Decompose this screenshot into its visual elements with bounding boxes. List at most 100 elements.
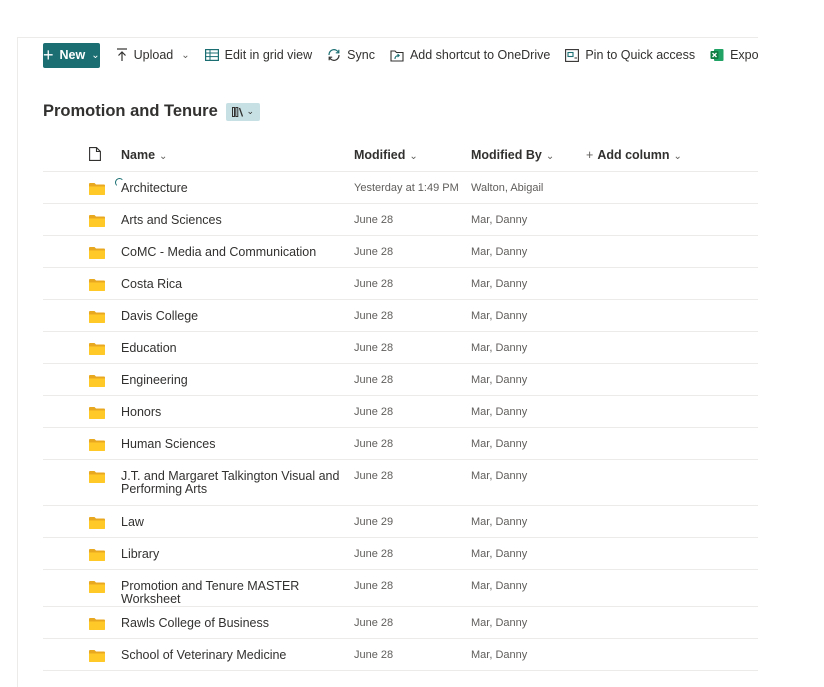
folder-icon [89, 279, 105, 291]
item-modified: June 28 [354, 310, 394, 322]
item-modified-by: Mar, Danny [471, 214, 528, 226]
list-item[interactable]: School of Veterinary Medicine June 28 Mar,… [43, 639, 758, 671]
syncing-spinner-icon [115, 178, 124, 187]
upload-icon [116, 48, 127, 61]
item-modified-by: Mar, Danny [471, 438, 528, 450]
chevron-down-icon: ⌄ [409, 151, 418, 162]
rows-container: Architecture Yesterday at 1:49 PM Walton, … [43, 172, 758, 671]
item-name: Library [121, 547, 160, 561]
list-item[interactable]: Honors June 28 Mar, Danny [43, 396, 758, 428]
document-library: + New ⌄ Upload ⌄ Edit in grid view Sync … [17, 37, 758, 687]
folder-icon [89, 439, 105, 451]
folder-icon [89, 215, 105, 227]
item-name: School of Veterinary Medicine [121, 648, 287, 662]
pin-quick-access-label: Pin to Quick access [585, 48, 696, 62]
item-modified: June 28 [354, 342, 394, 354]
folder-icon [89, 311, 105, 323]
list-item[interactable]: CoMC - Media and Communication June 28 Mar… [43, 236, 758, 268]
folder-icon [89, 650, 105, 662]
pin-quick-access-button[interactable]: Pin to Quick access [565, 48, 695, 62]
page-title: Promotion and Tenure [43, 102, 218, 120]
chevron-down-icon: ⌄ [545, 151, 555, 162]
chevron-down-icon: ⌄ [181, 49, 190, 61]
item-name: Costa Rica [121, 277, 183, 291]
add-shortcut-button[interactable]: Add shortcut to OneDrive [390, 48, 550, 62]
item-modified: June 28 [354, 649, 394, 661]
file-type-header[interactable] [43, 146, 121, 164]
item-name: Davis College [121, 309, 199, 323]
item-modified: Yesterday at 1:49 PM [354, 182, 459, 194]
item-modified-by: Mar, Danny [471, 342, 528, 354]
export-button[interactable]: Expor [710, 48, 758, 62]
item-name: Architecture [121, 181, 188, 195]
view-switcher-button[interactable]: ⌄ [225, 102, 260, 121]
item-modified-by: Mar, Danny [471, 310, 528, 322]
name-column-header[interactable]: Name ⌄ [121, 148, 354, 162]
chevron-down-icon: ⌄ [246, 106, 255, 116]
add-column-button[interactable]: + Add column ⌄ [586, 148, 682, 162]
sync-button[interactable]: Sync [327, 48, 375, 62]
list-item[interactable]: Rawls College of Business June 28 Mar, Dan… [43, 607, 758, 639]
folder-icon [89, 375, 105, 387]
item-modified-by: Mar, Danny [471, 374, 528, 386]
new-button[interactable]: + New ⌄ [43, 42, 100, 68]
item-modified: June 28 [354, 374, 394, 386]
item-name: CoMC - Media and Communication [121, 245, 317, 259]
item-modified: June 28 [354, 580, 394, 592]
list-item[interactable]: Arts and Sciences June 28 Mar, Danny [43, 204, 758, 236]
library-header: Promotion and Tenure ⌄ [43, 102, 260, 121]
item-name: Education [121, 341, 177, 355]
list-item[interactable]: Human Sciences June 28 Mar, Danny [43, 428, 758, 460]
chevron-down-icon: ⌄ [673, 151, 682, 162]
item-modified-by: Mar, Danny [471, 406, 528, 418]
upload-button[interactable]: Upload ⌄ [116, 48, 190, 62]
folder-icon [89, 343, 105, 355]
excel-icon [710, 49, 724, 61]
item-modified: June 28 [354, 214, 394, 226]
list-item[interactable]: Costa Rica June 28 Mar, Danny [43, 268, 758, 300]
folder-icon [89, 581, 105, 593]
document-icon [89, 146, 101, 161]
add-shortcut-label: Add shortcut to OneDrive [409, 48, 551, 62]
folder-icon [89, 247, 105, 259]
item-modified-by: Mar, Danny [471, 246, 528, 258]
item-modified-by: Mar, Danny [471, 617, 528, 629]
folder-icon [89, 407, 105, 419]
folder-icon [89, 471, 105, 483]
list-item[interactable]: Engineering June 28 Mar, Danny [43, 364, 758, 396]
list-item[interactable]: Architecture Yesterday at 1:49 PM Walton, … [43, 172, 758, 204]
folder-icon [89, 549, 105, 561]
chevron-down-icon: ⌄ [91, 49, 100, 61]
list-item[interactable]: Library June 28 Mar, Danny [43, 538, 758, 570]
item-modified-by: Mar, Danny [471, 470, 528, 482]
sync-icon [328, 49, 340, 61]
item-modified-by: Mar, Danny [471, 649, 528, 661]
item-name: Law [121, 515, 144, 529]
list-item[interactable]: Education June 28 Mar, Danny [43, 332, 758, 364]
command-bar: + New ⌄ Upload ⌄ Edit in grid view Sync … [18, 38, 758, 72]
item-name: Honors [121, 405, 162, 419]
item-name: Rawls College of Business [121, 616, 269, 630]
item-modified: June 28 [354, 406, 394, 418]
item-modified-by: Walton, Abigail [471, 182, 544, 194]
item-modified: June 28 [354, 470, 394, 482]
item-modified: June 28 [354, 246, 394, 258]
list-item[interactable]: Law June 29 Mar, Danny [43, 506, 758, 538]
column-headers: Name ⌄ Modified ⌄ Modified By ⌄ + Add column… [43, 139, 758, 172]
sync-label: Sync [347, 48, 375, 62]
list-item[interactable]: Promotion and Tenure MASTER Worksheet Jun… [43, 570, 758, 607]
modified-column-header[interactable]: Modified ⌄ [354, 148, 471, 162]
plus-icon: + [586, 148, 594, 162]
item-name: Engineering [121, 373, 188, 387]
grid-icon [204, 49, 219, 61]
plus-icon: + [43, 45, 54, 65]
list-item[interactable]: Davis College June 28 Mar, Danny [43, 300, 758, 332]
file-list: Name ⌄ Modified ⌄ Modified By ⌄ + Add column… [43, 139, 758, 671]
edit-grid-label: Edit in grid view [224, 48, 313, 62]
upload-label: Upload [133, 48, 174, 62]
list-item[interactable]: J.T. and Margaret Talkington Visual and … [43, 460, 758, 506]
item-name: J.T. and Margaret Talkington Visual and … [121, 469, 340, 496]
item-modified-by: Mar, Danny [471, 278, 528, 290]
modified-by-column-header[interactable]: Modified By ⌄ [471, 148, 586, 162]
edit-grid-button[interactable]: Edit in grid view [204, 48, 313, 62]
